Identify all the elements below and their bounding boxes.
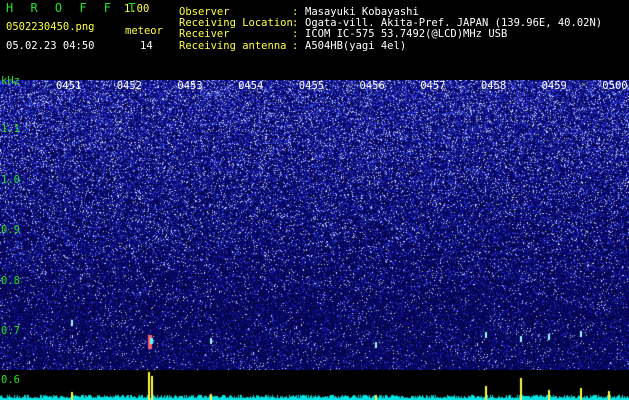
info-sep-antenna: : — [292, 40, 299, 52]
time-tick-label: 0453 — [177, 80, 203, 92]
file-name: 0502230450.png — [6, 21, 95, 33]
spectrogram — [0, 80, 629, 370]
time-tick-label: 0455 — [298, 80, 325, 92]
info-key-antenna: Receiving antenna — [179, 40, 287, 52]
axis-unit-label: kHz — [1, 75, 20, 87]
signal-strength-plot — [0, 370, 629, 400]
info-sep-receiver: : — [292, 28, 299, 40]
freq-tick-label: 0.9 — [1, 224, 20, 236]
freq-tick-label: 0.6 — [1, 374, 20, 386]
info-value-antenna: A504HB(yagi 4el) — [305, 40, 407, 52]
freq-tick-label: 1.1 — [1, 123, 20, 135]
time-tick-label: 0457 — [420, 80, 446, 92]
info-key-receiver: Receiver — [179, 28, 230, 40]
freq-tick-label: 0.7 — [1, 325, 20, 337]
meteor-label: meteor — [125, 25, 163, 37]
time-tick-label: 0459 — [541, 80, 567, 92]
time-tick-label: 0458 — [480, 80, 507, 92]
time-tick-label: 0454 — [238, 80, 264, 92]
app-title: H R O F F T — [6, 1, 141, 15]
time-tick-label: 0452 — [116, 80, 142, 92]
time-tick-label: 0456 — [359, 80, 385, 92]
freq-tick-label: 1.0 — [1, 174, 20, 186]
header-panel: H R O F F T 1.00 0502230450.png meteor 0… — [0, 0, 629, 80]
meteor-count: 14 — [140, 40, 153, 52]
app-version: 1.00 — [124, 3, 150, 15]
time-tick-label: 0451 — [56, 80, 82, 92]
freq-tick-label: 0.8 — [1, 275, 20, 287]
info-value-receiver: ICOM IC-575 53.7492(@LCD)MHz USB — [305, 28, 508, 40]
record-datetime: 05.02.23 04:50 — [6, 40, 95, 52]
time-tick-label: 0500 — [602, 80, 628, 92]
